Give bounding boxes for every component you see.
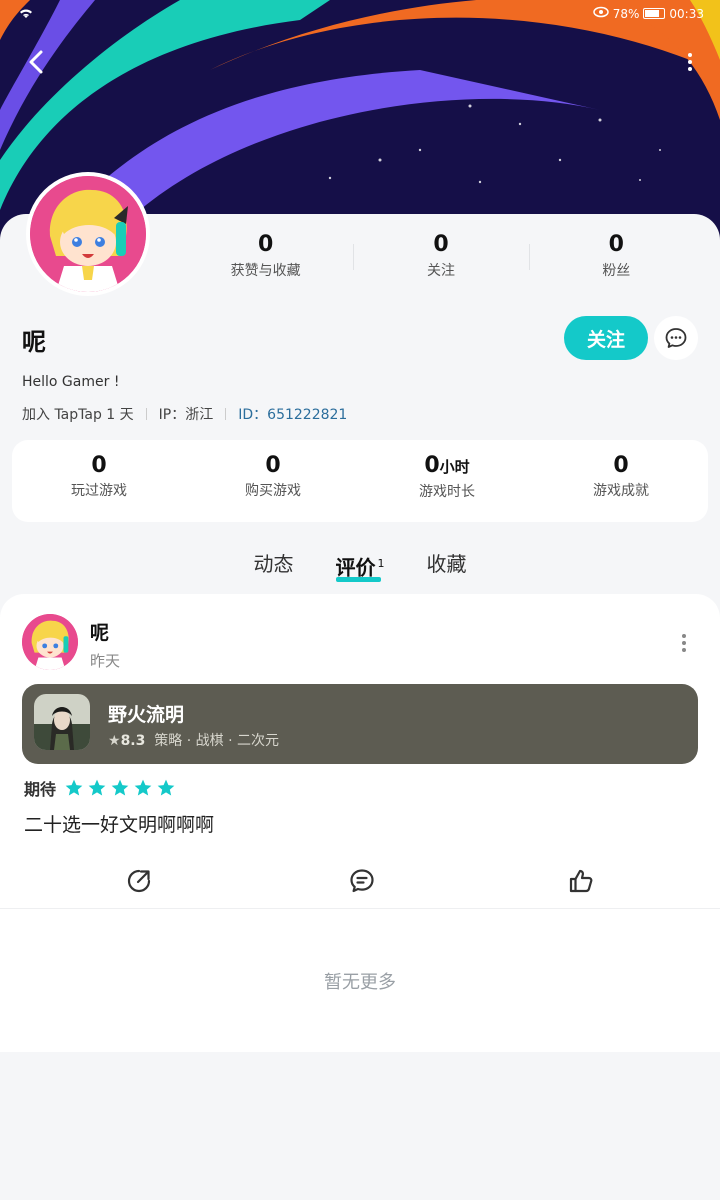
back-button[interactable] bbox=[18, 44, 54, 80]
tab-favorites[interactable]: 收藏 bbox=[427, 546, 467, 586]
game-tags: 策略 · 战棋 · 二次元 bbox=[154, 733, 279, 749]
profile-stats: 0 获赞与收藏 0 关注 0 粉丝 bbox=[178, 230, 704, 284]
message-button[interactable] bbox=[654, 316, 698, 360]
game-card[interactable]: 野火流明 ★8.3 策略 · 战棋 · 二次元 bbox=[22, 684, 698, 764]
clock: 00:33 bbox=[669, 6, 704, 21]
share-icon bbox=[127, 869, 151, 893]
comment-button[interactable] bbox=[337, 856, 387, 906]
stat-followers[interactable]: 0 粉丝 bbox=[528, 230, 704, 284]
game-stat-value: 0 bbox=[265, 453, 281, 478]
game-stat-achievements[interactable]: 0 游戏成就 bbox=[534, 440, 708, 522]
review-rating: 期待 bbox=[24, 776, 176, 800]
tab-badge: 1 bbox=[377, 557, 385, 570]
game-title: 野火流明 bbox=[108, 704, 185, 726]
game-stat-unit: 小时 bbox=[439, 458, 470, 476]
review-card: 呢 昨天 野火流明 ★8.3 策略 · 战棋 · 二次元 期待 二十选一好文明啊… bbox=[0, 594, 720, 1052]
review-author-name[interactable]: 呢 bbox=[90, 618, 109, 645]
no-more-text: 暂无更多 bbox=[324, 972, 396, 993]
more-icon bbox=[682, 634, 686, 638]
more-icon bbox=[688, 53, 692, 57]
wifi-icon bbox=[18, 6, 34, 23]
stat-value: 0 bbox=[608, 232, 624, 257]
star-icon: ★ bbox=[108, 733, 121, 749]
profile-meta: 加入 TapTap 1 天 IP：浙江 ID：651222821 bbox=[22, 404, 347, 424]
stat-likes[interactable]: 0 获赞与收藏 bbox=[178, 230, 353, 284]
review-more-button[interactable] bbox=[678, 634, 690, 654]
avatar[interactable] bbox=[26, 172, 150, 296]
game-stat-purchased[interactable]: 0 购买游戏 bbox=[186, 440, 360, 522]
rating-stars bbox=[64, 778, 176, 798]
like-icon bbox=[569, 869, 593, 893]
tab-reviews[interactable]: 评价 1 bbox=[335, 546, 385, 586]
comment-icon bbox=[350, 869, 374, 893]
review-actions bbox=[0, 856, 720, 906]
tab-moments[interactable]: 动态 bbox=[254, 546, 294, 586]
bio: Hello Gamer ! bbox=[22, 374, 120, 390]
stat-value: 0 bbox=[433, 232, 449, 257]
game-stat-label: 玩过游戏 bbox=[71, 483, 127, 499]
game-stat-played[interactable]: 0 玩过游戏 bbox=[12, 440, 186, 522]
follow-button[interactable]: 关注 bbox=[564, 316, 648, 360]
battery-percent: 78% bbox=[612, 6, 640, 21]
game-stats-card: 0 玩过游戏 0 购买游戏 0小时 游戏时长 0 游戏成就 bbox=[12, 440, 708, 522]
avatar-image bbox=[22, 614, 78, 670]
divider bbox=[145, 408, 147, 420]
game-stat-label: 游戏时长 bbox=[419, 484, 475, 500]
game-stat-value: 0 bbox=[613, 453, 629, 478]
username: 呢 bbox=[22, 328, 46, 356]
divider bbox=[0, 908, 720, 909]
review-time: 昨天 bbox=[90, 652, 121, 670]
stat-label: 获赞与收藏 bbox=[230, 263, 301, 279]
avatar-image bbox=[30, 176, 146, 292]
join-info: 加入 TapTap 1 天 bbox=[22, 407, 134, 423]
star-icon bbox=[111, 779, 129, 796]
star-icon bbox=[88, 779, 106, 796]
game-stat-label: 购买游戏 bbox=[245, 483, 301, 499]
battery-icon bbox=[643, 8, 666, 19]
content-tabs: 动态 评价 1 收藏 bbox=[0, 546, 720, 586]
review-text: 二十选一好文明啊啊啊 bbox=[24, 814, 215, 836]
star-icon bbox=[134, 779, 152, 796]
game-icon bbox=[34, 694, 90, 750]
user-id[interactable]: ID：651222821 bbox=[238, 404, 347, 424]
divider bbox=[225, 408, 227, 420]
message-icon bbox=[665, 328, 687, 348]
more-button[interactable] bbox=[678, 46, 702, 78]
game-stat-playtime[interactable]: 0小时 游戏时长 bbox=[360, 440, 534, 522]
share-button[interactable] bbox=[114, 856, 164, 906]
star-icon bbox=[157, 779, 175, 796]
star-icon bbox=[65, 779, 83, 796]
review-author-avatar[interactable] bbox=[22, 614, 78, 670]
ip-location: IP：浙江 bbox=[158, 407, 214, 423]
back-icon bbox=[29, 50, 43, 74]
stat-label: 关注 bbox=[426, 263, 455, 279]
expect-label: 期待 bbox=[24, 780, 57, 799]
game-stat-value: 0 bbox=[91, 453, 107, 478]
game-rating: 8.3 bbox=[120, 733, 146, 749]
stat-label: 粉丝 bbox=[602, 263, 631, 279]
game-meta: ★8.3 策略 · 战棋 · 二次元 bbox=[108, 730, 279, 750]
eye-icon bbox=[592, 6, 609, 21]
stat-value: 0 bbox=[258, 232, 274, 257]
stat-following[interactable]: 0 关注 bbox=[353, 230, 528, 284]
game-stat-value: 0 bbox=[424, 453, 440, 478]
like-button[interactable] bbox=[556, 856, 606, 906]
status-bar: 78% 00:33 bbox=[0, 0, 720, 30]
game-stat-label: 游戏成就 bbox=[593, 483, 649, 499]
